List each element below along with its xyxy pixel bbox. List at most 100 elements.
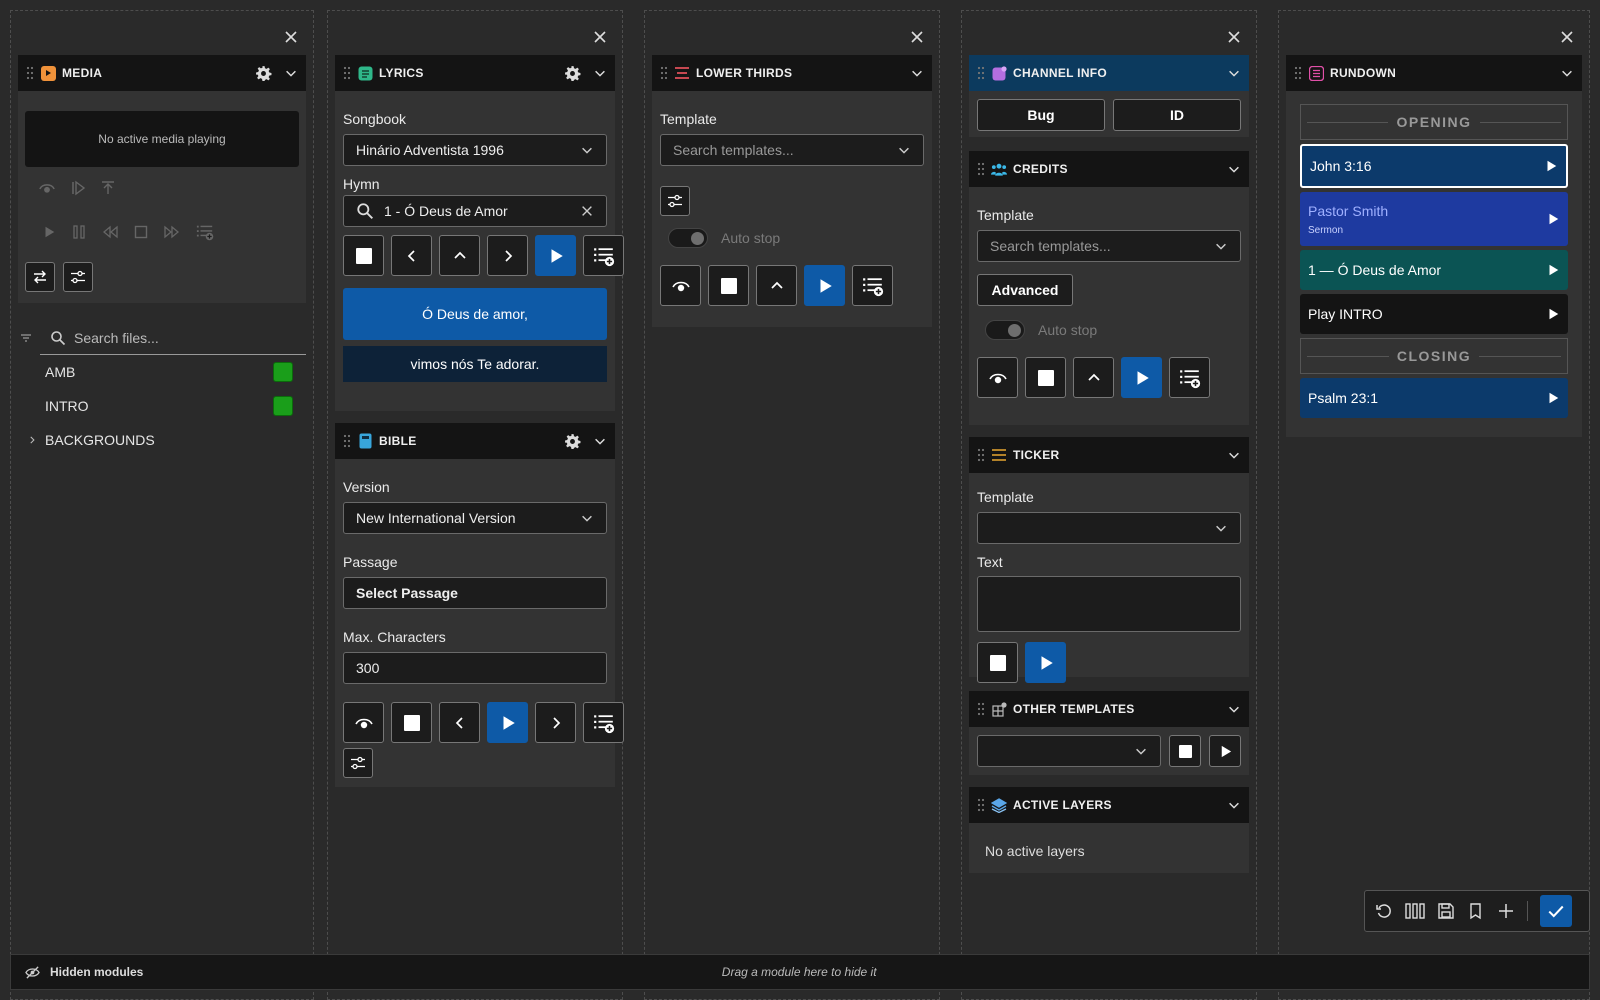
drag-handle-icon[interactable]: [977, 162, 985, 176]
eye-icon[interactable]: [38, 179, 56, 197]
step-play-icon[interactable]: [70, 180, 86, 196]
file-item-intro[interactable]: INTRO: [11, 389, 313, 423]
columns-icon[interactable]: [1405, 902, 1425, 920]
play-button[interactable]: [1025, 642, 1066, 683]
chevron-down-icon[interactable]: [1227, 66, 1241, 80]
up-button[interactable]: [439, 235, 480, 276]
add-to-rundown-button[interactable]: [1169, 357, 1210, 398]
stop-button[interactable]: [1025, 357, 1066, 398]
close-column-button[interactable]: [279, 25, 303, 49]
songbook-select[interactable]: Hinário Adventista 1996: [343, 134, 607, 166]
close-column-button[interactable]: [588, 25, 612, 49]
chevron-down-icon[interactable]: [1227, 162, 1241, 176]
hidden-modules-bar[interactable]: Hidden modules Drag a module here to hid…: [10, 954, 1590, 990]
auto-stop-toggle[interactable]: Auto stop: [985, 320, 1233, 340]
bug-button[interactable]: Bug: [977, 99, 1105, 131]
add-to-rundown-button[interactable]: [583, 702, 624, 743]
bookmarks-icon[interactable]: [1467, 902, 1485, 920]
play-button[interactable]: [804, 265, 845, 306]
chevron-down-icon[interactable]: [910, 66, 924, 80]
play-button[interactable]: [535, 235, 576, 276]
file-search-input[interactable]: Search files...: [40, 321, 306, 355]
other-template-select[interactable]: [977, 735, 1161, 767]
ticker-text-area[interactable]: [977, 576, 1241, 632]
previous-button[interactable]: [439, 702, 480, 743]
add-icon[interactable]: [1497, 902, 1515, 920]
folder-backgrounds[interactable]: BACKGROUNDS: [11, 423, 313, 457]
play-icon[interactable]: [1544, 159, 1558, 173]
drag-handle-icon[interactable]: [26, 66, 34, 80]
play-icon[interactable]: [42, 225, 56, 239]
close-column-button[interactable]: [905, 25, 929, 49]
chevron-down-icon[interactable]: [284, 66, 298, 80]
stop-button[interactable]: [977, 642, 1018, 683]
hymn-search-input[interactable]: 1 - Ó Deus de Amor: [343, 195, 607, 227]
advanced-button[interactable]: Advanced: [977, 274, 1073, 306]
media-settings-button[interactable]: [63, 262, 93, 292]
toggle-switch[interactable]: [668, 228, 708, 248]
pause-icon[interactable]: [72, 225, 86, 239]
stop-button[interactable]: [343, 235, 384, 276]
drag-handle-icon[interactable]: [977, 702, 985, 716]
send-to-top-icon[interactable]: [100, 180, 116, 196]
bible-settings-button[interactable]: [343, 748, 373, 778]
chevron-down-icon[interactable]: [1560, 66, 1574, 80]
filter-icon[interactable]: [20, 332, 32, 344]
select-passage-button[interactable]: Select Passage: [343, 577, 607, 609]
preview-button[interactable]: [660, 265, 701, 306]
chevron-down-icon[interactable]: [1227, 702, 1241, 716]
chevron-down-icon[interactable]: [1227, 798, 1241, 812]
template-search-select[interactable]: Search templates...: [660, 134, 924, 166]
undo-icon[interactable]: [1375, 902, 1393, 920]
gear-icon[interactable]: [564, 65, 581, 82]
preview-button[interactable]: [343, 702, 384, 743]
up-button[interactable]: [1073, 357, 1114, 398]
save-icon[interactable]: [1437, 902, 1455, 920]
swap-button[interactable]: [25, 262, 55, 292]
play-button[interactable]: [1209, 735, 1241, 767]
close-column-button[interactable]: [1555, 25, 1579, 49]
stop-icon[interactable]: [134, 225, 148, 239]
close-column-button[interactable]: [1222, 25, 1246, 49]
clear-icon[interactable]: [580, 204, 594, 218]
drag-handle-icon[interactable]: [660, 66, 668, 80]
drag-handle-icon[interactable]: [977, 66, 985, 80]
drag-handle-icon[interactable]: [343, 66, 351, 80]
chevron-down-icon[interactable]: [593, 434, 607, 448]
play-button[interactable]: [1121, 357, 1162, 398]
add-to-rundown-icon[interactable]: [196, 223, 214, 241]
preview-button[interactable]: [977, 357, 1018, 398]
add-to-rundown-button[interactable]: [852, 265, 893, 306]
rundown-item[interactable]: Pastor Smith Sermon: [1300, 192, 1568, 246]
template-search-select[interactable]: Search templates...: [977, 230, 1241, 262]
drag-handle-icon[interactable]: [343, 434, 351, 448]
add-to-rundown-button[interactable]: [583, 235, 624, 276]
gear-icon[interactable]: [255, 65, 272, 82]
stop-button[interactable]: [391, 702, 432, 743]
chevron-down-icon[interactable]: [1227, 448, 1241, 462]
play-icon[interactable]: [1546, 307, 1560, 321]
version-select[interactable]: New International Version: [343, 502, 607, 534]
play-icon[interactable]: [1546, 263, 1560, 277]
rundown-item[interactable]: John 3:16: [1300, 144, 1568, 188]
next-button[interactable]: [487, 235, 528, 276]
stop-button[interactable]: [708, 265, 749, 306]
gear-icon[interactable]: [564, 433, 581, 450]
id-button[interactable]: ID: [1113, 99, 1241, 131]
drag-handle-icon[interactable]: [977, 798, 985, 812]
fast-forward-icon[interactable]: [164, 225, 180, 239]
previous-button[interactable]: [391, 235, 432, 276]
max-characters-input[interactable]: 300: [343, 652, 607, 684]
stop-button[interactable]: [1169, 735, 1201, 767]
lyrics-verse-current[interactable]: Ó Deus de amor,: [343, 288, 607, 340]
file-item-amb[interactable]: AMB: [11, 355, 313, 389]
drag-handle-icon[interactable]: [977, 448, 985, 462]
chevron-down-icon[interactable]: [593, 66, 607, 80]
rundown-item[interactable]: Play INTRO: [1300, 294, 1568, 334]
auto-stop-toggle[interactable]: Auto stop: [668, 228, 916, 248]
lyrics-verse-next[interactable]: vimos nós Te adorar.: [343, 346, 607, 382]
rewind-icon[interactable]: [102, 225, 118, 239]
lower-thirds-settings-button[interactable]: [660, 186, 690, 216]
rundown-item[interactable]: Psalm 23:1: [1300, 378, 1568, 418]
play-button[interactable]: [487, 702, 528, 743]
